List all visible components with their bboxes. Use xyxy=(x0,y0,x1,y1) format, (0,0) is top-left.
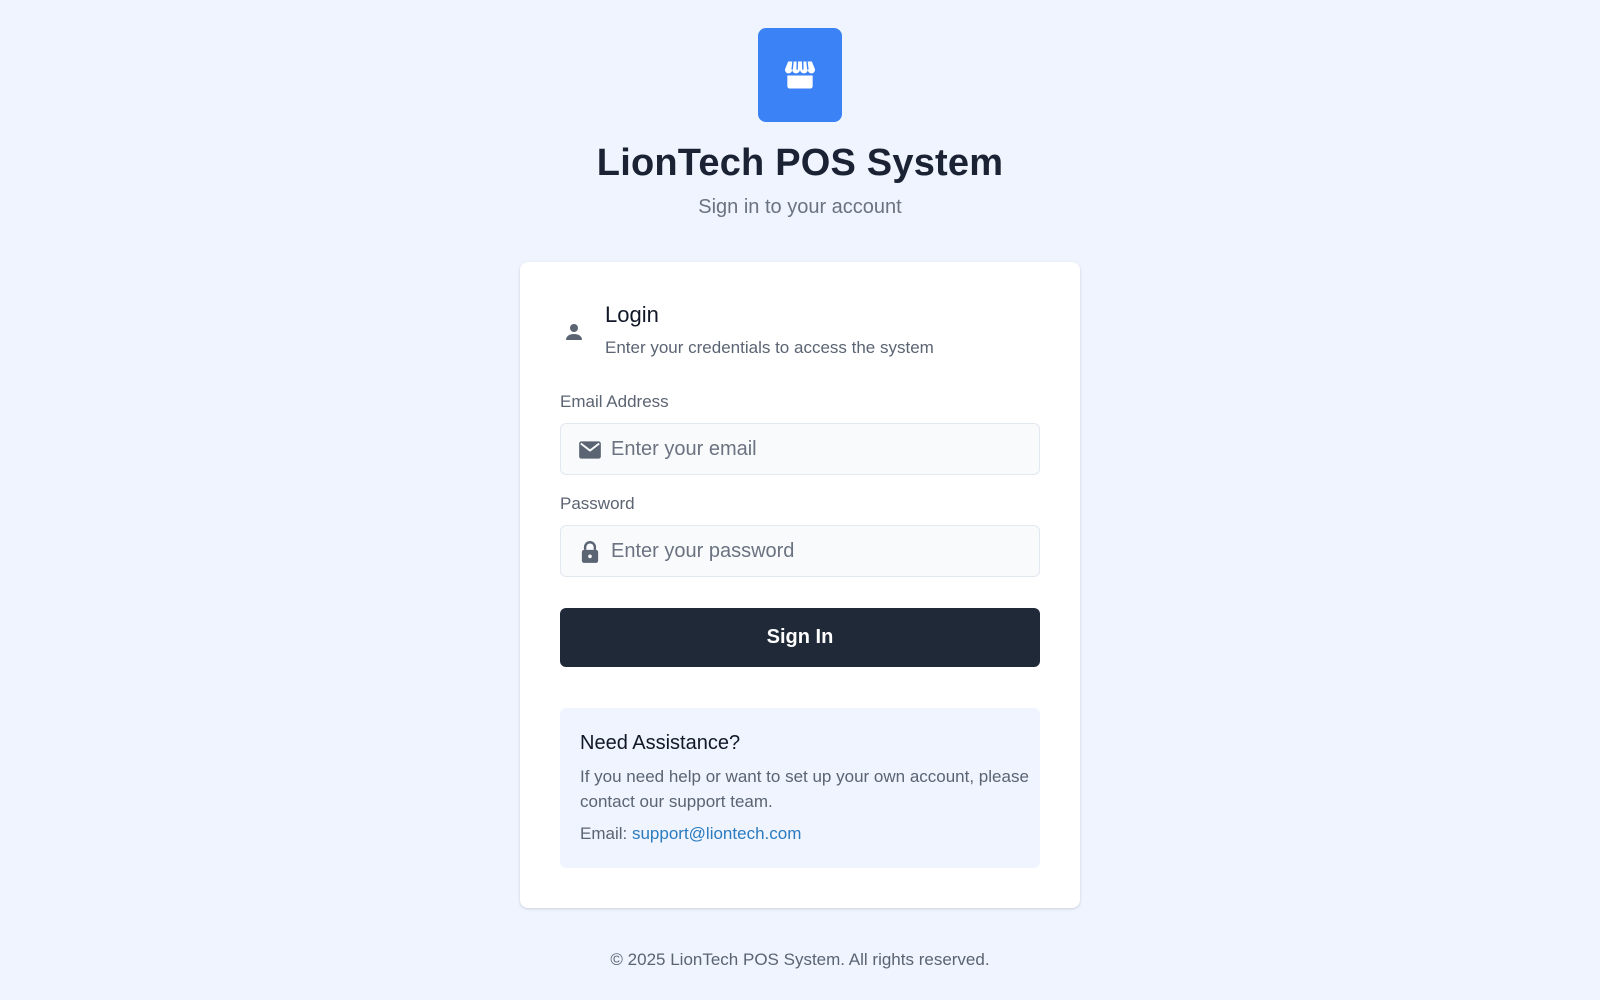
assistance-text: If you need help or want to set up your … xyxy=(580,767,1029,811)
assistance-panel: Need Assistance? If you need help or wan… xyxy=(560,708,1040,868)
assistance-email-line: Email: support@liontech.com xyxy=(580,824,801,844)
footer-copyright: © 2025 LionTech POS System. All rights r… xyxy=(610,950,990,969)
assistance-email-prefix: Email: xyxy=(580,824,632,843)
email-label: Email Address xyxy=(560,392,669,411)
app-subtitle: Sign in to your account xyxy=(698,196,902,218)
envelope-icon xyxy=(579,441,601,459)
lock-icon xyxy=(581,541,599,563)
storefront-icon xyxy=(784,61,816,89)
password-field-wrapper[interactable] xyxy=(560,525,1040,577)
login-card-header: Login Enter your credentials to access t… xyxy=(560,302,1040,362)
email-field-wrapper[interactable] xyxy=(560,423,1040,475)
login-card-description: Enter your credentials to access the sys… xyxy=(605,338,934,357)
login-card-title: Login xyxy=(605,302,659,327)
user-icon xyxy=(566,324,582,340)
app-logo xyxy=(758,28,842,122)
password-input[interactable] xyxy=(611,526,1031,576)
login-page: LionTech POS System Sign in to your acco… xyxy=(0,0,1600,1000)
login-card: Login Enter your credentials to access t… xyxy=(520,262,1080,908)
sign-in-button[interactable]: Sign In xyxy=(560,608,1040,667)
password-label: Password xyxy=(560,494,635,513)
support-email-link[interactable]: support@liontech.com xyxy=(632,824,801,843)
email-input[interactable] xyxy=(611,424,1031,474)
app-title: LionTech POS System xyxy=(596,142,1004,184)
assistance-title: Need Assistance? xyxy=(580,732,741,754)
